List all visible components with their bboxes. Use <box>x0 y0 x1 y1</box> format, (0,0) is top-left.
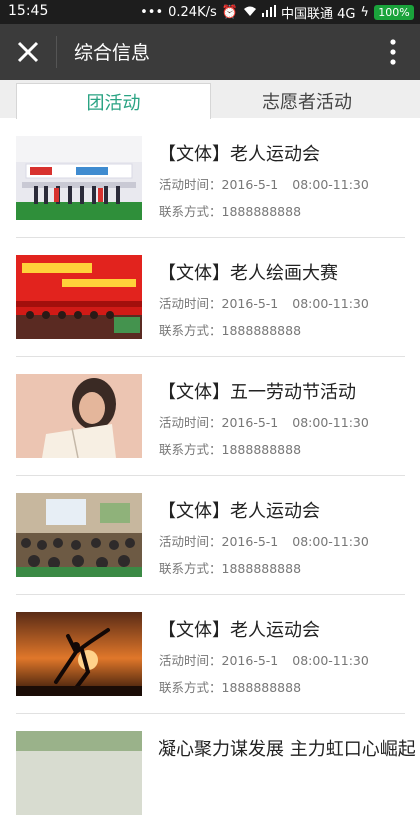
time-hours: 08:00-11:30 <box>292 177 369 192</box>
time-hours: 08:00-11:30 <box>292 296 369 311</box>
activity-thumbnail <box>16 493 142 577</box>
time-date: 2016-5-1 <box>221 296 279 311</box>
item-time: 活动时间：2016-5-1 08:00-11:30 <box>159 293 369 312</box>
item-time: 活动时间：2016-5-1 08:00-11:30 <box>159 412 369 431</box>
time-label: 活动时间： <box>159 296 222 311</box>
time-label: 活动时间： <box>159 415 222 430</box>
activity-thumbnail <box>16 374 142 458</box>
contact-label: 联系方式： <box>159 561 222 576</box>
tab-bar: 团活动 志愿者活动 <box>0 80 420 119</box>
item-contact: 联系方式：1888888888 <box>159 677 301 696</box>
contact-phone: 1888888888 <box>221 204 302 219</box>
list-item[interactable]: 【文体】老人绘画大赛 活动时间：2016-5-1 08:00-11:30 联系方式… <box>16 237 405 357</box>
contact-label: 联系方式： <box>159 204 222 219</box>
time-date: 2016-5-1 <box>221 534 279 549</box>
time-hours: 08:00-11:30 <box>292 415 369 430</box>
item-time: 活动时间：2016-5-1 08:00-11:30 <box>159 531 369 550</box>
contact-phone: 1888888888 <box>221 561 302 576</box>
item-title: 【文体】老人运动会 <box>158 620 320 641</box>
activity-thumbnail <box>16 731 142 815</box>
time-hours: 08:00-11:30 <box>292 534 369 549</box>
item-title: 凝心聚力谋发展 主力虹口心崛起 <box>158 739 416 760</box>
signal-icon <box>261 4 276 21</box>
status-indicators: ••• 0.24K/s ⏰ 中国联通 4G ϟ 100% <box>140 3 414 22</box>
item-contact: 联系方式：1888888888 <box>159 558 301 577</box>
status-bar: 15:45 ••• 0.24K/s ⏰ 中国联通 4G ϟ 100% <box>0 0 420 24</box>
status-time: 15:45 <box>8 3 49 19</box>
item-time: 活动时间：2016-5-1 08:00-11:30 <box>159 174 369 193</box>
item-title: 【文体】老人绘画大赛 <box>158 263 338 284</box>
more-dots-icon: ••• <box>140 5 164 20</box>
carrier-label: 中国联通 4G <box>280 7 356 22</box>
contact-phone: 1888888888 <box>221 442 302 457</box>
item-title: 【文体】老人运动会 <box>158 144 320 165</box>
list-item[interactable]: 【文体】老人运动会 活动时间：2016-5-1 08:00-11:30 联系方式：… <box>16 594 405 714</box>
page-title: 综合信息 <box>74 42 151 64</box>
item-time: 活动时间：2016-5-1 08:00-11:30 <box>159 650 369 669</box>
list-item[interactable]: 【文体】老人运动会 活动时间：2016-5-1 08:00-11:30 联系方式：… <box>16 475 405 595</box>
contact-label: 联系方式： <box>159 442 222 457</box>
app-header: 综合信息 <box>0 24 420 80</box>
time-date: 2016-5-1 <box>221 177 279 192</box>
contact-phone: 1888888888 <box>221 323 302 338</box>
activity-thumbnail <box>16 136 142 220</box>
item-contact: 联系方式：1888888888 <box>159 201 301 220</box>
header-divider <box>56 36 57 68</box>
item-contact: 联系方式：1888888888 <box>159 439 301 458</box>
close-icon[interactable] <box>14 38 42 66</box>
tab-volunteer-activities[interactable]: 志愿者活动 <box>210 84 404 118</box>
wifi-icon <box>243 5 257 21</box>
item-contact: 联系方式：1888888888 <box>159 320 301 339</box>
charging-icon: ϟ <box>360 5 369 20</box>
time-label: 活动时间： <box>159 177 222 192</box>
list-item[interactable]: 【文体】老人运动会 活动时间：2016-5-1 08:00-11:30 联系方式：… <box>16 118 405 238</box>
time-date: 2016-5-1 <box>221 653 279 668</box>
time-hours: 08:00-11:30 <box>292 653 369 668</box>
contact-label: 联系方式： <box>159 680 222 695</box>
time-date: 2016-5-1 <box>221 415 279 430</box>
time-label: 活动时间： <box>159 534 222 549</box>
list-item[interactable]: 凝心聚力谋发展 主力虹口心崛起 <box>16 713 416 832</box>
item-title: 【文体】老人运动会 <box>158 501 320 522</box>
list-item[interactable]: 【文体】五一劳动节活动 活动时间：2016-5-1 08:00-11:30 联系方… <box>16 356 405 476</box>
contact-phone: 1888888888 <box>221 680 302 695</box>
activity-thumbnail <box>16 612 142 696</box>
contact-label: 联系方式： <box>159 323 222 338</box>
network-speed: 0.24K/s <box>168 5 217 20</box>
activity-thumbnail <box>16 255 142 339</box>
tab-group-activities[interactable]: 团活动 <box>16 83 211 119</box>
time-label: 活动时间： <box>159 653 222 668</box>
alarm-icon: ⏰ <box>221 5 238 20</box>
more-vertical-icon[interactable] <box>388 39 398 65</box>
item-title: 【文体】五一劳动节活动 <box>158 382 356 403</box>
battery-indicator: 100% <box>374 5 414 20</box>
